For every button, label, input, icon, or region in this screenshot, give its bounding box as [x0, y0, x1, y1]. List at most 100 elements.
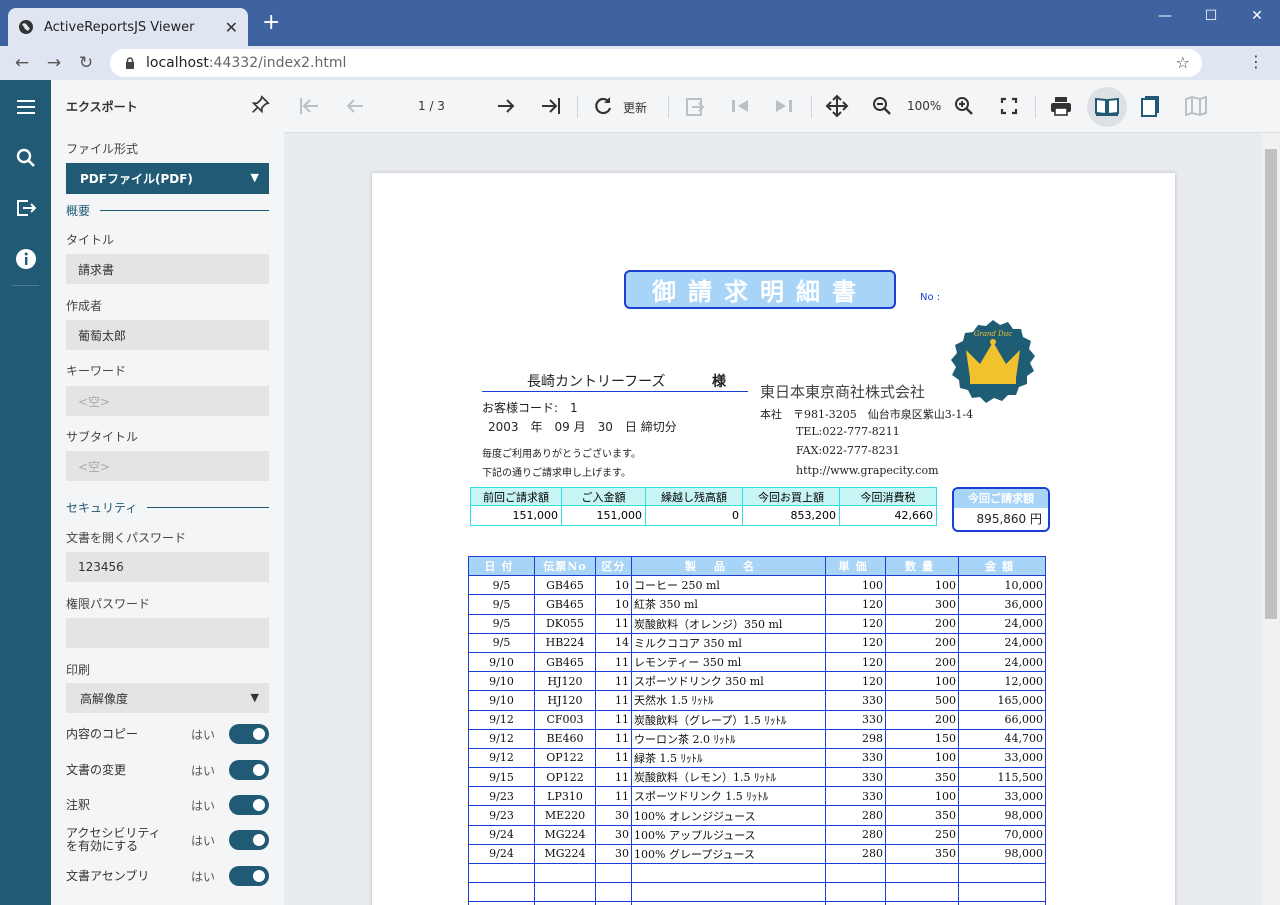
print-select[interactable]: 高解像度 ▼	[66, 683, 269, 713]
security-section: セキュリティ	[66, 499, 269, 516]
new-tab-button[interactable]: +	[262, 12, 280, 34]
pin-icon[interactable]	[249, 94, 271, 116]
table-row: 9/23 LP310 11 スポーツドリンク 1.5 ﾘｯﾄﾙ 330 100 33,000	[468, 786, 1046, 807]
reload-icon[interactable]: ↻	[70, 53, 102, 73]
permission-password-label: 権限パスワード	[66, 597, 151, 611]
chevron-down-icon: ▼	[250, 691, 259, 704]
scrollbar-thumb[interactable]	[1265, 149, 1277, 619]
table-cell: MG224	[534, 824, 596, 845]
single-page-mode-icon[interactable]	[1094, 93, 1120, 119]
first-page-icon[interactable]	[296, 93, 322, 119]
table-row: 9/10 HJ120 11 天然水 1.5 ﾘｯﾄﾙ 330 500 165,000	[468, 690, 1046, 711]
table-cell: 33,000	[958, 786, 1046, 807]
print-icon[interactable]	[1048, 93, 1074, 119]
browser-menu-icon[interactable]: ⋮	[1248, 52, 1264, 71]
table-row: 9/24 MG224 30 100% グレープジュース 280 350 98,000	[468, 843, 1046, 865]
export-icon[interactable]	[14, 196, 38, 220]
customer-name: 長崎カントリーフーズ	[527, 374, 666, 390]
print-value: 高解像度	[80, 691, 129, 706]
pan-move-icon[interactable]	[824, 93, 850, 119]
report-viewer[interactable]: 御請求明細書 No : Grand Duc 長崎カントリーフーズ 様 お客様コー…	[284, 133, 1262, 905]
browser-titlebar: ActiveReportsJS Viewer ✕ + — ☐ ✕	[0, 0, 1280, 46]
hamburger-menu-icon[interactable]	[14, 95, 38, 119]
maximize-icon[interactable]: ☐	[1188, 0, 1234, 32]
table-cell: 330	[825, 786, 886, 807]
toggle-row-accessibility: アクセシビリティを有効にする はい	[66, 825, 269, 855]
format-select[interactable]: PDFファイル(PDF) ▼	[66, 163, 269, 194]
address-bar: ← → ↻ localhost:44332/index2.html ☆	[0, 46, 1280, 80]
refresh-label[interactable]: 更新	[623, 99, 647, 116]
table-cell: 100	[885, 575, 959, 596]
company-fax: FAX:022-777-8231	[796, 444, 900, 457]
search-icon[interactable]	[14, 146, 38, 170]
annotations-toggle[interactable]	[229, 795, 269, 815]
title-input[interactable]: 請求書	[66, 254, 269, 284]
stop-forward-icon[interactable]	[771, 93, 797, 119]
forward-icon[interactable]: →	[38, 53, 70, 73]
url-input[interactable]: localhost:44332/index2.html ☆	[110, 49, 1202, 77]
table-row: 9/10 HJ120 11 スポーツドリンク 350 ml 120 100 12,000	[468, 671, 1046, 692]
vertical-scrollbar[interactable]	[1262, 133, 1280, 905]
accessibility-toggle[interactable]	[229, 830, 269, 850]
table-cell: 9/15	[468, 767, 535, 788]
table-cell: 11	[595, 690, 632, 711]
toggle-row-copy: 内容のコピー はい	[66, 719, 269, 749]
window-close-icon[interactable]: ✕	[1234, 0, 1280, 32]
fullscreen-icon[interactable]	[996, 93, 1022, 119]
table-row: 9/23 ME220 30 100% オレンジジュース 280 350 98,000	[468, 805, 1046, 826]
table-cell: 9/10	[468, 651, 535, 673]
last-page-icon[interactable]	[538, 93, 564, 119]
page-indicator[interactable]: 1 / 3	[418, 99, 445, 113]
next-page-icon[interactable]	[493, 93, 519, 119]
bookmark-star-icon[interactable]: ☆	[1176, 53, 1190, 72]
assembly-toggle[interactable]	[229, 866, 269, 886]
table-cell: 120	[825, 671, 886, 692]
table-cell: 350	[885, 805, 959, 826]
galley-mode-icon[interactable]	[1183, 93, 1209, 119]
table-cell: HB224	[534, 632, 596, 653]
open-password-input[interactable]: 123456	[66, 552, 269, 582]
stop-backward-icon[interactable]	[727, 93, 753, 119]
total-bill-label: 今回ご請求額	[954, 489, 1048, 508]
browser-tab[interactable]: ActiveReportsJS Viewer ✕	[8, 8, 248, 46]
open-password-label: 文書を開くパスワード	[66, 531, 187, 545]
table-cell: 9/24	[468, 824, 535, 845]
total-bill-value: 895,860 円	[976, 512, 1042, 526]
back-to-parent-icon[interactable]	[682, 93, 708, 119]
toggle-row-annotations: 注釈 はい	[66, 790, 269, 820]
table-cell: 330	[825, 709, 886, 730]
table-cell: 9/5	[468, 613, 535, 634]
author-input[interactable]: 葡萄太郎	[66, 320, 269, 350]
info-icon[interactable]	[14, 247, 38, 271]
svg-text:Grand Duc: Grand Duc	[974, 330, 1012, 338]
table-cell: MG224	[534, 843, 596, 865]
subtitle-label: サブタイトル	[66, 430, 139, 444]
url-path: /index2.html	[258, 55, 347, 71]
back-icon[interactable]: ←	[6, 53, 38, 73]
continuous-mode-icon[interactable]	[1138, 93, 1164, 119]
table-cell: 70,000	[958, 824, 1046, 845]
previous-page-icon[interactable]	[342, 93, 368, 119]
company-web: http://www.grapecity.com	[796, 464, 939, 477]
copy-toggle[interactable]	[229, 724, 269, 744]
keyword-input[interactable]: <空>	[66, 386, 269, 416]
table-cell: 98,000	[958, 805, 1046, 826]
refresh-icon[interactable]	[590, 93, 616, 119]
format-label: ファイル形式	[66, 142, 139, 156]
table-cell: 10,000	[958, 575, 1046, 596]
zoom-level[interactable]: 100%	[907, 99, 941, 113]
table-cell: 11	[595, 671, 632, 692]
zoom-out-icon[interactable]	[869, 93, 895, 119]
table-cell: 9/5	[468, 594, 535, 615]
table-cell: 紅茶 350 ml	[631, 594, 826, 615]
subtitle-input[interactable]: <空>	[66, 451, 269, 481]
close-tab-icon[interactable]: ✕	[225, 18, 238, 37]
table-cell: 33,000	[958, 747, 1046, 769]
zoom-in-icon[interactable]	[951, 93, 977, 119]
table-cell: 9/12	[468, 709, 535, 730]
url-port: :44332	[208, 55, 259, 71]
modify-toggle[interactable]	[229, 760, 269, 780]
permission-password-input[interactable]	[66, 618, 269, 648]
table-cell: 66,000	[958, 709, 1046, 730]
minimize-icon[interactable]: —	[1142, 0, 1188, 32]
